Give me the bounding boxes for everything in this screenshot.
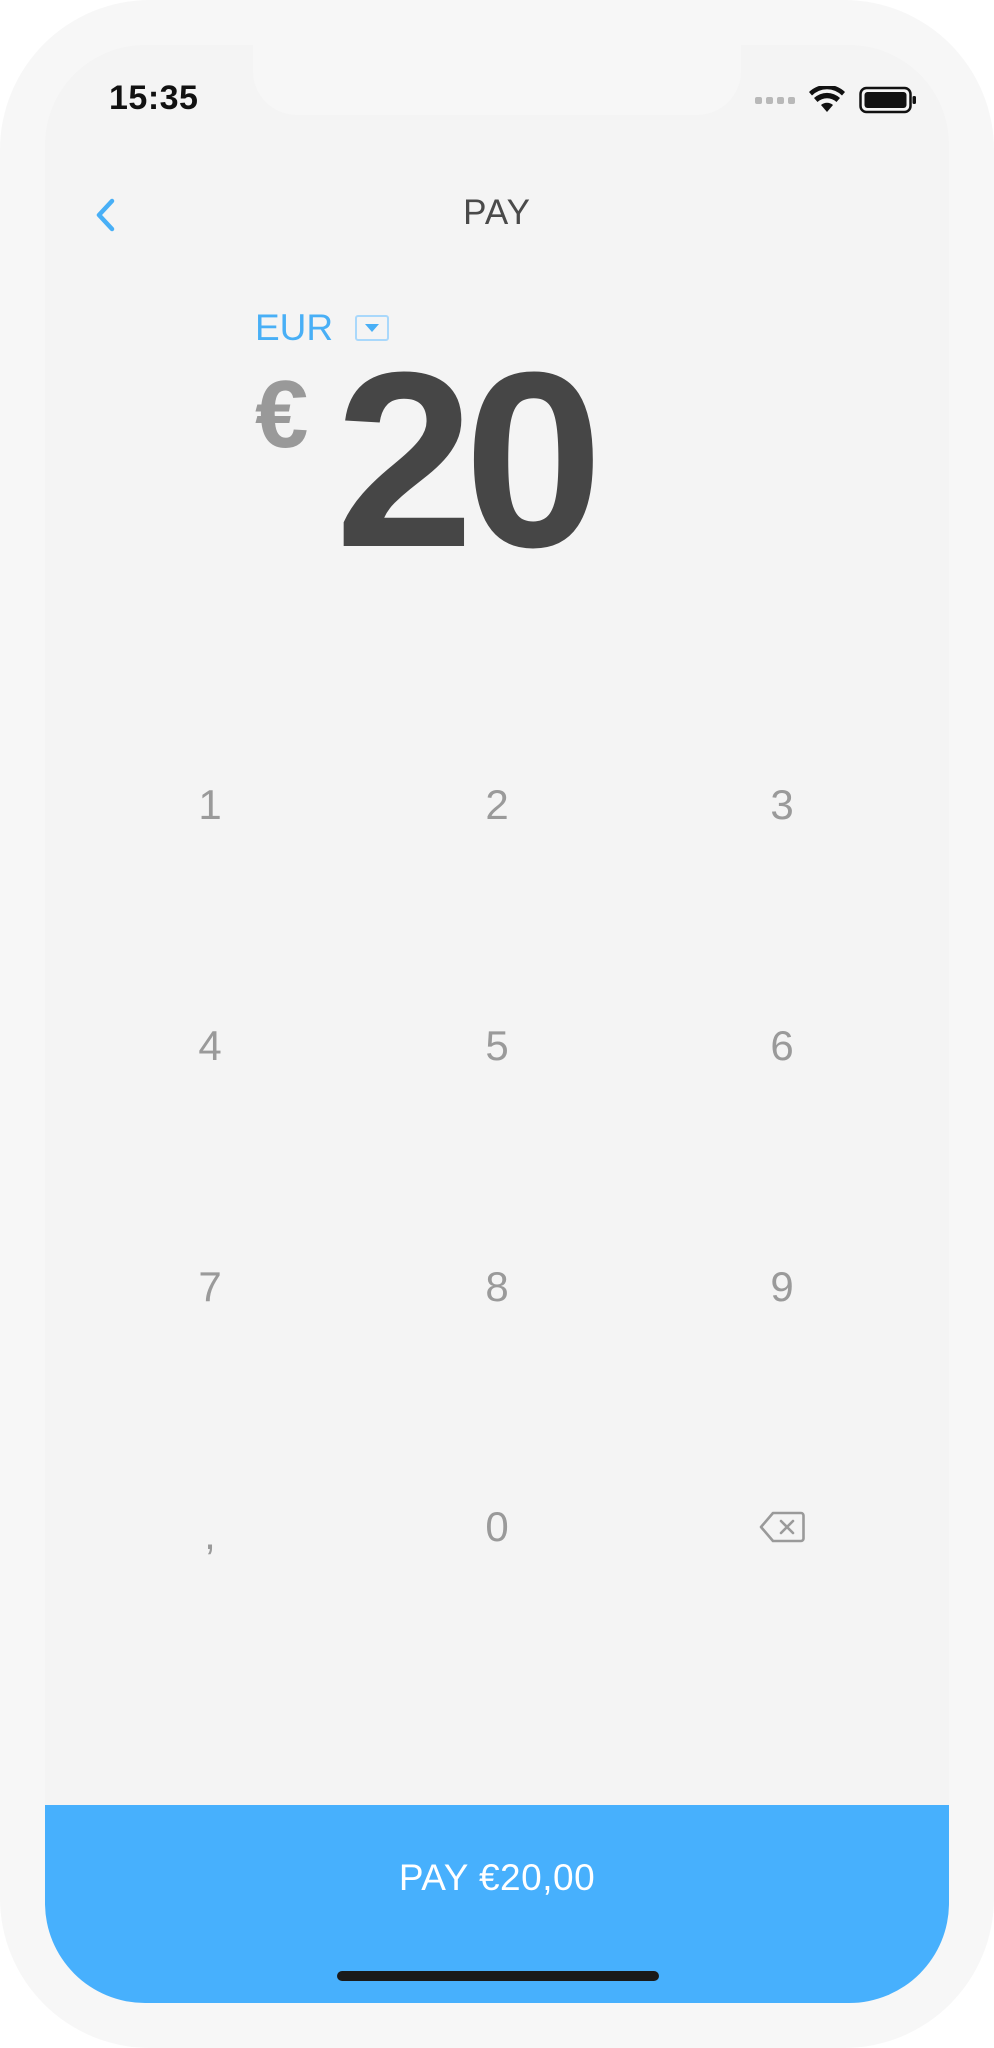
key-5[interactable]: 5	[397, 971, 597, 1121]
app-screen: 15:35 PAY EUR € 20 1 2 3 4 5 6 7 8 9 , 0…	[45, 45, 949, 2003]
pay-button[interactable]: PAY €20,00	[45, 1805, 949, 2003]
key-4[interactable]: 4	[110, 971, 310, 1121]
home-indicator[interactable]	[337, 1971, 659, 1981]
key-2[interactable]: 2	[397, 730, 597, 880]
status-icons	[755, 85, 917, 115]
currency-symbol: €	[255, 361, 309, 468]
pay-button-label: PAY €20,00	[398, 1857, 596, 1898]
device-frame: 15:35 PAY EUR € 20 1 2 3 4 5 6 7 8 9 , 0…	[0, 0, 994, 2048]
key-1[interactable]: 1	[110, 730, 310, 880]
key-0[interactable]: 0	[397, 1452, 597, 1602]
key-9[interactable]: 9	[682, 1212, 882, 1362]
wifi-icon	[809, 86, 845, 112]
device-notch	[253, 45, 741, 115]
cellular-signal-icon	[755, 96, 795, 104]
backspace-icon	[759, 1511, 805, 1543]
status-time: 15:35	[109, 79, 199, 117]
key-3[interactable]: 3	[682, 730, 882, 880]
amount-display: 20	[335, 320, 603, 599]
battery-icon	[859, 86, 916, 114]
key-7[interactable]: 7	[110, 1212, 310, 1362]
page-title: PAY	[463, 193, 531, 232]
navigation-bar: PAY	[45, 175, 949, 255]
key-decimal-comma[interactable]: ,	[110, 1460, 310, 1610]
backspace-button[interactable]	[682, 1452, 882, 1602]
key-6[interactable]: 6	[682, 971, 882, 1121]
currency-code: EUR	[255, 307, 334, 348]
key-8[interactable]: 8	[397, 1212, 597, 1362]
